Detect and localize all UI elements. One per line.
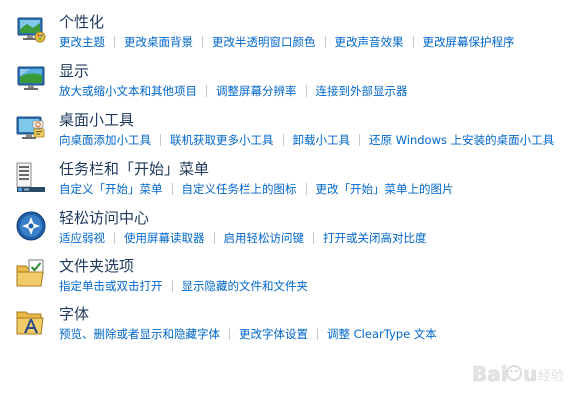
- link-separator: [305, 85, 307, 97]
- link-separator: [171, 280, 173, 292]
- desktop-gadgets-icon[interactable]: [15, 112, 47, 144]
- link-separator: [213, 232, 215, 244]
- link-accessibility-keys[interactable]: 启用轻松访问键: [224, 230, 305, 246]
- link-separator: [229, 328, 230, 340]
- category-title[interactable]: 显示: [59, 61, 89, 81]
- ease-of-access-icon[interactable]: [15, 210, 47, 242]
- category-desktop-gadgets: 桌面小工具 向桌面添加小工具 联机获取更多小工具 卸载小工具 还原 Windows 上…: [0, 110, 577, 154]
- category-taskbar-start-menu: 任务栏和「开始」菜单 自定义「开始」菜单 自定义任务栏上的图标 更改「开始」菜单上的…: [0, 159, 577, 203]
- svg-text:Bai: Bai: [472, 362, 508, 386]
- link-separator: [359, 134, 360, 146]
- category-title[interactable]: 轻松访问中心: [59, 208, 149, 228]
- svg-text:经验: 经验: [538, 368, 564, 384]
- taskbar-start-menu-icon[interactable]: [15, 161, 47, 193]
- category-title[interactable]: 字体: [59, 304, 89, 324]
- link-change-theme[interactable]: 更改主题: [59, 34, 105, 50]
- category-links: 向桌面添加小工具 联机获取更多小工具 卸载小工具 还原 Windows 上安装的桌面小…: [59, 132, 554, 148]
- link-restore-gadgets[interactable]: 还原 Windows 上安装的桌面小工具: [369, 132, 554, 148]
- svg-text:u: u: [523, 362, 537, 386]
- link-connect-external-display[interactable]: 连接到外部显示器: [316, 83, 408, 99]
- link-separator: [202, 36, 203, 48]
- link-change-sound-effects[interactable]: 更改声音效果: [335, 34, 404, 50]
- link-change-window-color[interactable]: 更改半透明窗口颜色: [212, 34, 316, 50]
- link-separator: [412, 36, 414, 48]
- display-icon[interactable]: [15, 63, 47, 95]
- link-separator: [313, 232, 314, 244]
- link-separator: [171, 183, 173, 195]
- link-customize-taskbar-icons[interactable]: 自定义任务栏上的图标: [182, 181, 297, 197]
- category-title[interactable]: 文件夹选项: [59, 256, 134, 276]
- link-change-desktop-background[interactable]: 更改桌面背景: [124, 34, 193, 50]
- link-single-double-click[interactable]: 指定单击或双击打开: [59, 278, 163, 294]
- personalization-icon[interactable]: [15, 14, 47, 46]
- link-show-hidden-files[interactable]: 显示隐藏的文件和文件夹: [182, 278, 309, 294]
- folder-options-icon[interactable]: [15, 258, 47, 290]
- link-change-font-settings[interactable]: 更改字体设置: [239, 326, 308, 342]
- category-fonts: 字体 预览、删除或者显示和隐藏字体 更改字体设置 调整 ClearType 文本: [0, 304, 577, 348]
- link-low-vision[interactable]: 适应弱视: [59, 230, 105, 246]
- link-change-start-menu-picture[interactable]: 更改「开始」菜单上的图片: [316, 181, 454, 197]
- category-links: 放大或缩小文本和其他项目 调整屏幕分辨率 连接到外部显示器: [59, 83, 408, 99]
- link-add-gadgets[interactable]: 向桌面添加小工具: [59, 132, 151, 148]
- category-title[interactable]: 任务栏和「开始」菜单: [59, 159, 209, 179]
- fonts-icon[interactable]: [15, 306, 47, 338]
- link-uninstall-gadget[interactable]: 卸载小工具: [293, 132, 351, 148]
- link-preview-delete-fonts[interactable]: 预览、删除或者显示和隐藏字体: [59, 326, 220, 342]
- link-separator: [305, 183, 307, 195]
- link-get-more-gadgets[interactable]: 联机获取更多小工具: [170, 132, 274, 148]
- category-display: 显示 放大或缩小文本和其他项目 调整屏幕分辨率 连接到外部显示器: [0, 61, 577, 105]
- category-links: 自定义「开始」菜单 自定义任务栏上的图标 更改「开始」菜单上的图片: [59, 181, 454, 197]
- link-adjust-resolution[interactable]: 调整屏幕分辨率: [216, 83, 297, 99]
- link-adjust-cleartype[interactable]: 调整 ClearType 文本: [327, 326, 437, 342]
- category-title[interactable]: 个性化: [59, 12, 104, 32]
- link-separator: [317, 328, 318, 340]
- category-links: 适应弱视 使用屏幕读取器 启用轻松访问键 打开或关闭高对比度: [59, 230, 427, 246]
- category-links: 预览、删除或者显示和隐藏字体 更改字体设置 调整 ClearType 文本: [59, 326, 437, 342]
- link-high-contrast[interactable]: 打开或关闭高对比度: [323, 230, 427, 246]
- category-ease-of-access: 轻松访问中心 适应弱视 使用屏幕读取器 启用轻松访问键 打开或关闭高对比度: [0, 208, 577, 252]
- link-separator: [160, 134, 161, 146]
- category-personalization: 个性化 更改主题 更改桌面背景 更改半透明窗口颜色 更改声音效果 更改屏幕保护程序: [0, 12, 577, 56]
- link-zoom-text[interactable]: 放大或缩小文本和其他项目: [59, 83, 197, 99]
- link-change-screen-saver[interactable]: 更改屏幕保护程序: [423, 34, 515, 50]
- link-separator: [324, 36, 326, 48]
- link-screen-reader[interactable]: 使用屏幕读取器: [124, 230, 205, 246]
- link-separator: [282, 134, 284, 146]
- link-separator: [114, 36, 115, 48]
- link-customize-start-menu[interactable]: 自定义「开始」菜单: [59, 181, 163, 197]
- category-links: 指定单击或双击打开 显示隐藏的文件和文件夹: [59, 278, 308, 294]
- category-links: 更改主题 更改桌面背景 更改半透明窗口颜色 更改声音效果 更改屏幕保护程序: [59, 34, 515, 50]
- category-title[interactable]: 桌面小工具: [59, 110, 134, 130]
- link-separator: [206, 85, 207, 97]
- category-folder-options: 文件夹选项 指定单击或双击打开 显示隐藏的文件和文件夹: [0, 256, 577, 300]
- link-separator: [114, 232, 115, 244]
- baidu-jingyan-watermark-icon: Bai u 经验: [470, 353, 570, 393]
